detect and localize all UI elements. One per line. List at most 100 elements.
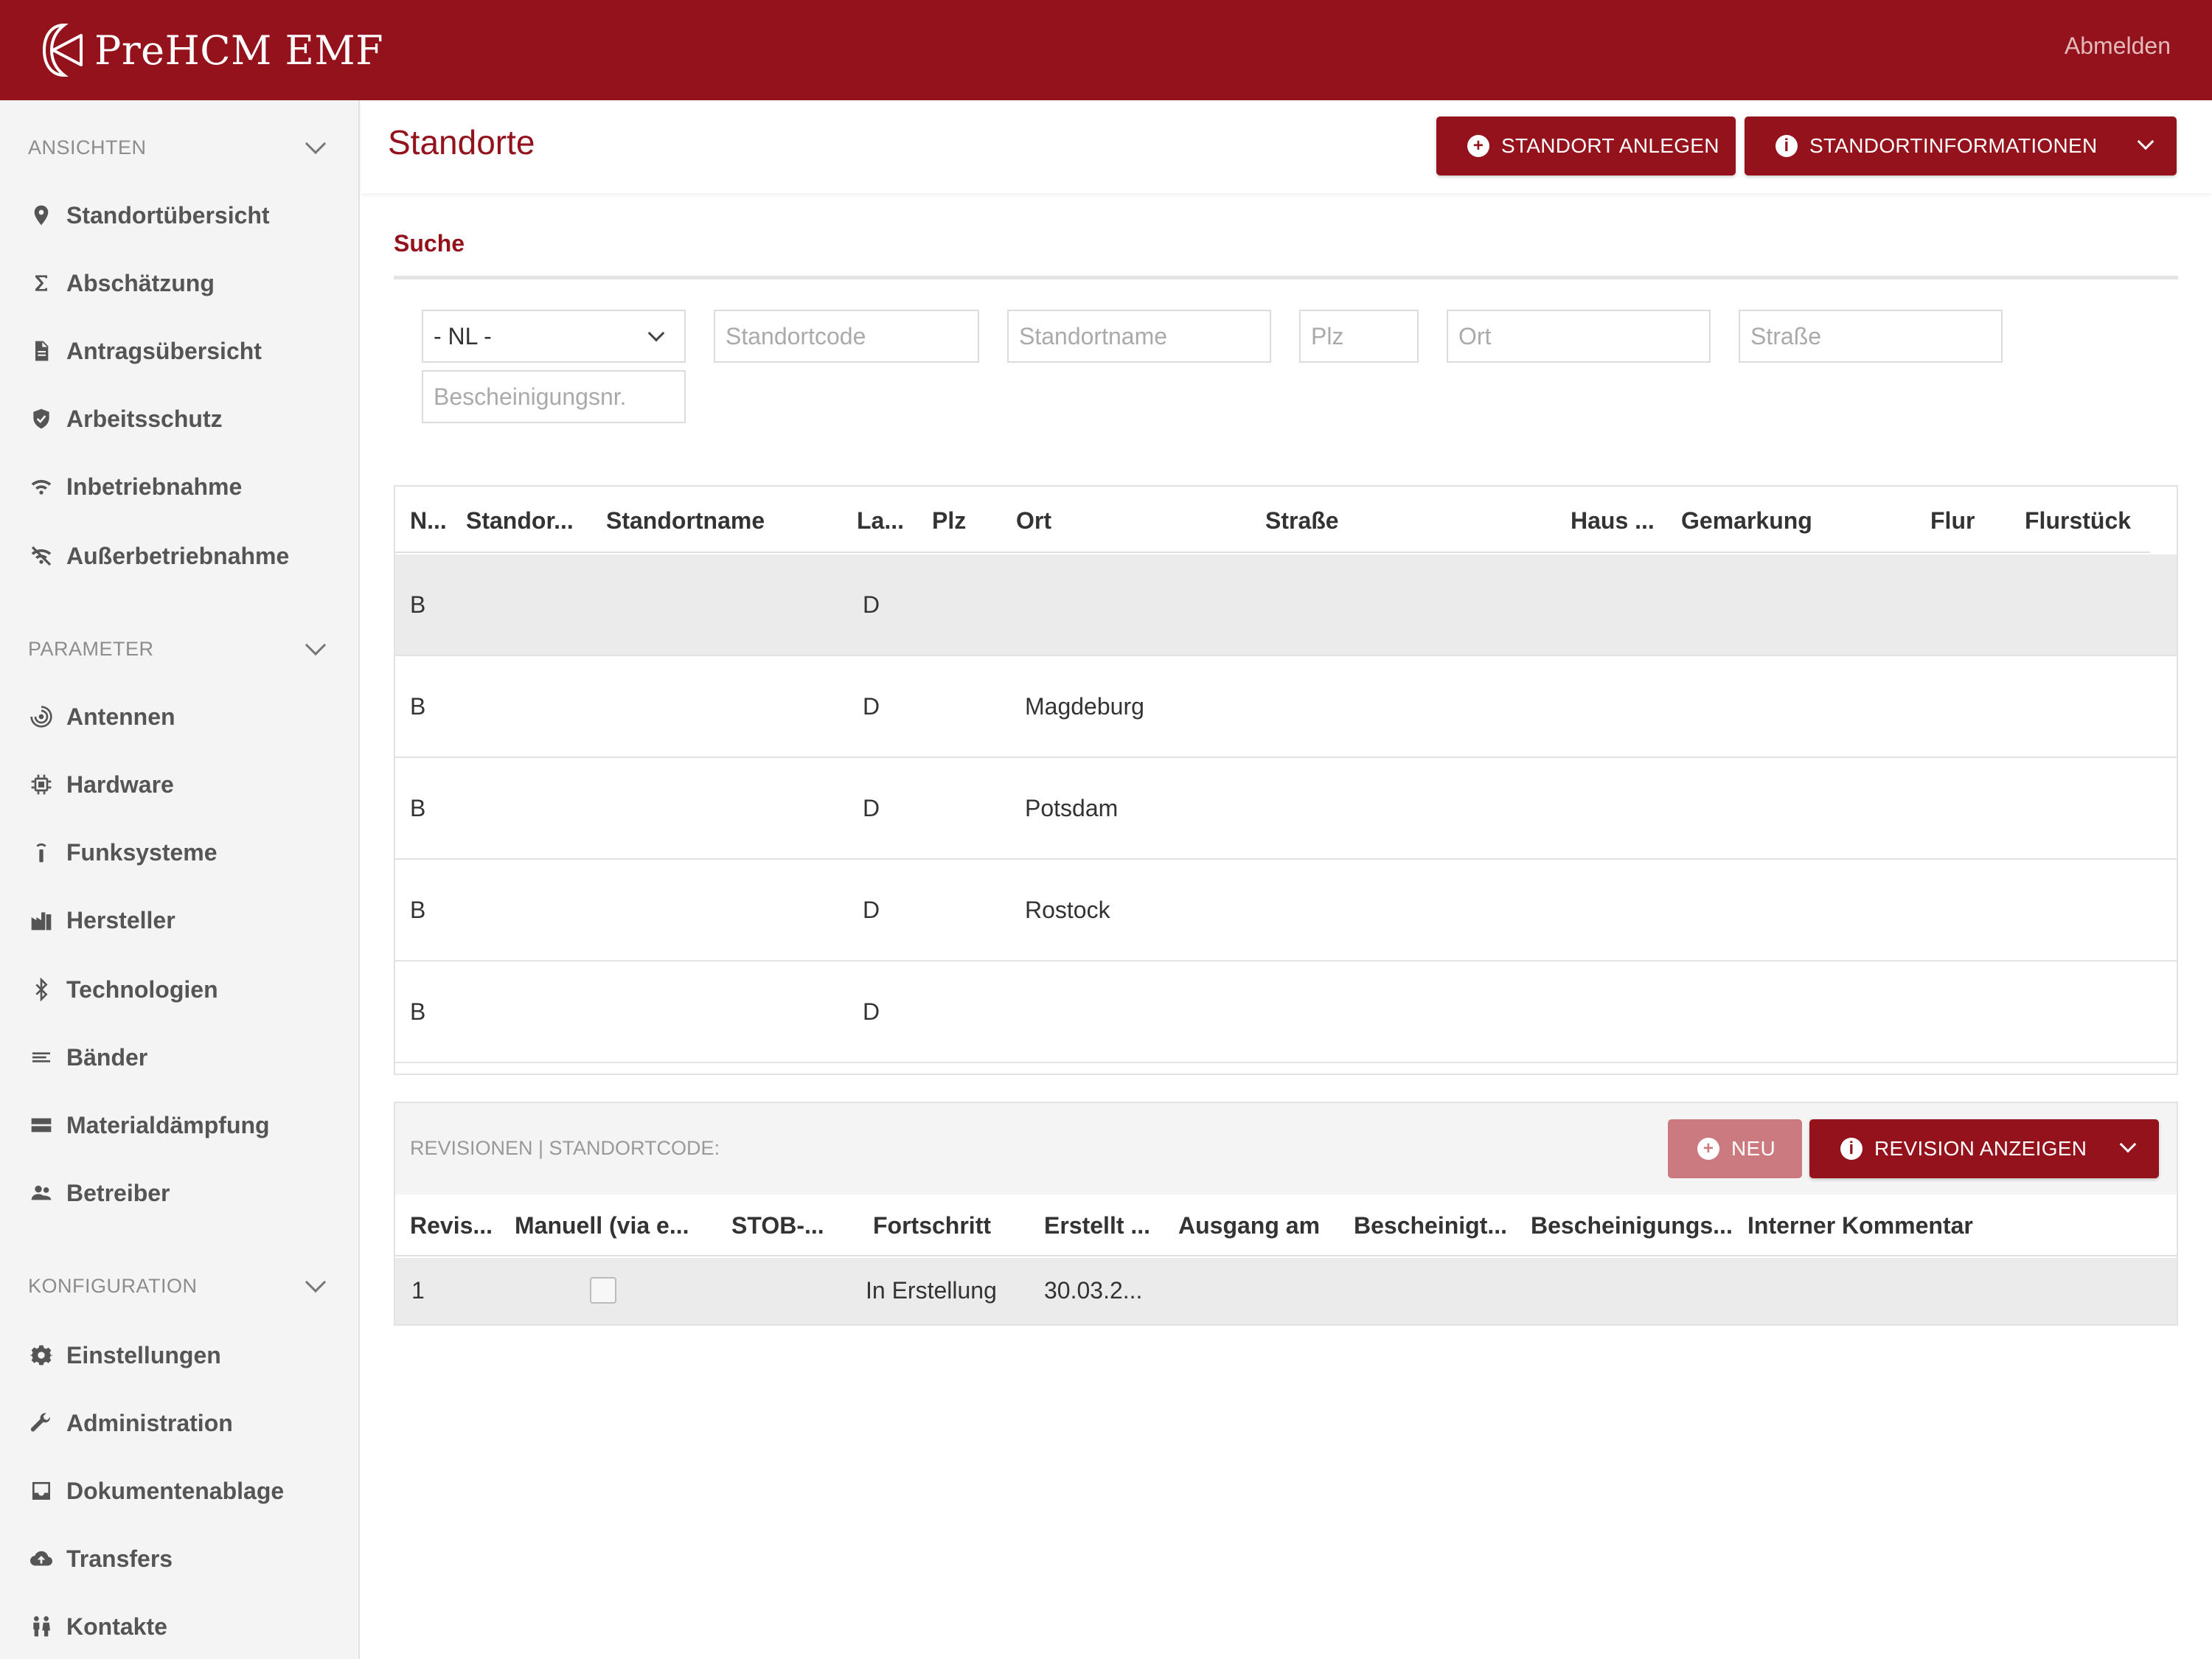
column-header[interactable]: Bescheinigt... bbox=[1354, 1212, 1507, 1239]
sidebar-item-antragsuebersicht[interactable]: Antragsübersicht bbox=[28, 329, 345, 373]
sidebar-section-konfiguration[interactable]: KONFIGURATION bbox=[28, 1264, 330, 1308]
search-section-label: Suche bbox=[394, 230, 465, 257]
sidebar-item-hardware[interactable]: Hardware bbox=[28, 762, 345, 807]
shield-icon bbox=[28, 406, 55, 432]
nl-select[interactable]: - NL - bbox=[422, 310, 686, 363]
column-header[interactable]: Manuell (via e... bbox=[515, 1212, 689, 1239]
show-revision-button[interactable]: i REVISION ANZEIGEN bbox=[1809, 1119, 2159, 1178]
sidebar-item-funksysteme[interactable]: Funksysteme bbox=[28, 830, 345, 874]
sidebar-item-baender[interactable]: Bänder bbox=[28, 1035, 345, 1079]
location-name-input[interactable]: Standortname bbox=[1007, 310, 1271, 363]
chevron-down-icon bbox=[647, 324, 665, 342]
wrench-icon bbox=[28, 1410, 55, 1436]
page-title: Standorte bbox=[388, 123, 535, 161]
location-info-button[interactable]: i STANDORTINFORMATIONEN bbox=[1745, 116, 2177, 175]
column-header[interactable]: Flurstück bbox=[2025, 507, 2131, 535]
map-marker-icon bbox=[28, 202, 55, 229]
sidebar-item-inbetriebnahme[interactable]: Inbetriebnahme bbox=[28, 465, 345, 509]
revisions-title: REVISIONEN | STANDORTCODE: bbox=[410, 1137, 720, 1159]
logout-link[interactable]: Abmelden bbox=[2065, 32, 2171, 60]
top-bar: PreHCM EMF Abmelden bbox=[0, 0, 2212, 100]
wifi-icon bbox=[28, 473, 55, 500]
sidebar-item-arbeitsschutz[interactable]: Arbeitsschutz bbox=[28, 397, 345, 441]
sidebar-item-transfers[interactable]: Transfers bbox=[28, 1537, 345, 1581]
sidebar-item-administration[interactable]: Administration bbox=[28, 1401, 345, 1445]
create-location-button[interactable]: + STANDORT ANLEGEN bbox=[1436, 116, 1736, 175]
sidebar-item-ausserbetriebnahme[interactable]: Außerbetriebnahme bbox=[28, 534, 345, 578]
column-header[interactable]: Ausgang am bbox=[1178, 1212, 1320, 1239]
chevron-down-icon bbox=[305, 133, 327, 155]
column-header[interactable]: Standortname bbox=[606, 507, 765, 535]
location-code-input[interactable]: Standortcode bbox=[714, 310, 979, 363]
sidebar-item-antennen[interactable]: Antennen bbox=[28, 695, 345, 739]
column-header[interactable]: La... bbox=[857, 507, 904, 535]
table-row[interactable]: B D Magdeburg bbox=[395, 656, 2177, 758]
contacts-icon bbox=[28, 1613, 55, 1640]
users-icon bbox=[28, 1180, 55, 1206]
sidebar-item-dokumentenablage[interactable]: Dokumentenablage bbox=[28, 1469, 345, 1513]
table-row[interactable]: B D bbox=[395, 554, 2177, 656]
column-header[interactable]: Bescheinigungs... bbox=[1531, 1212, 1733, 1239]
factory-icon bbox=[28, 907, 55, 933]
sidebar: ANSICHTEN Standortübersicht Abschätzung … bbox=[0, 100, 360, 1659]
gear-icon bbox=[28, 1342, 55, 1368]
revisions-table-header: Revis... Manuell (via e... STOB-... Fort… bbox=[395, 1194, 2177, 1256]
chevron-down-icon bbox=[305, 634, 327, 656]
column-header[interactable]: Flur bbox=[1930, 507, 1975, 535]
column-header[interactable]: Straße bbox=[1265, 507, 1339, 535]
wifi-off-icon bbox=[28, 543, 55, 569]
sidebar-item-betreiber[interactable]: Betreiber bbox=[28, 1171, 345, 1215]
brand-name: PreHCM EMF bbox=[94, 27, 384, 74]
street-input[interactable]: Straße bbox=[1739, 310, 2003, 363]
sidebar-item-technologien[interactable]: Technologien bbox=[28, 967, 345, 1012]
inbox-icon bbox=[28, 1478, 55, 1504]
sidebar-item-hersteller[interactable]: Hersteller bbox=[28, 898, 345, 942]
cloud-upload-icon bbox=[28, 1545, 55, 1572]
table-row[interactable]: B D bbox=[395, 961, 2177, 1063]
search-divider bbox=[394, 276, 2178, 279]
chip-icon bbox=[28, 771, 55, 798]
plus-circle-icon: + bbox=[1697, 1138, 1719, 1160]
antenna-icon bbox=[28, 703, 55, 730]
document-icon bbox=[28, 338, 55, 364]
lines-icon bbox=[28, 1044, 55, 1071]
sidebar-section-parameter[interactable]: PARAMETER bbox=[28, 627, 330, 671]
sidebar-item-abschaetzung[interactable]: Abschätzung bbox=[28, 261, 345, 305]
sidebar-item-standortuebersicht[interactable]: Standortübersicht bbox=[28, 193, 345, 237]
column-header[interactable]: Plz bbox=[932, 507, 966, 535]
table-header: N... Standor... Standortname La... Plz O… bbox=[395, 487, 2150, 553]
chevron-down-icon[interactable] bbox=[2119, 1135, 2137, 1153]
info-icon: i bbox=[1775, 135, 1798, 157]
column-header[interactable]: Interner Kommentar bbox=[1747, 1212, 1973, 1239]
sidebar-item-kontakte[interactable]: Kontakte bbox=[28, 1604, 345, 1649]
column-header[interactable]: Erstellt ... bbox=[1044, 1212, 1150, 1239]
manual-checkbox[interactable] bbox=[590, 1277, 616, 1304]
column-header[interactable]: Haus ... bbox=[1571, 507, 1655, 535]
plz-input[interactable]: Plz bbox=[1299, 310, 1419, 363]
column-header[interactable]: Gemarkung bbox=[1681, 507, 1812, 535]
chevron-down-icon bbox=[305, 1271, 327, 1293]
table-row[interactable]: 1 In Erstellung 30.03.2... bbox=[395, 1258, 2177, 1324]
column-header[interactable]: Revis... bbox=[410, 1212, 493, 1239]
sidebar-item-einstellungen[interactable]: Einstellungen bbox=[28, 1333, 345, 1377]
column-header[interactable]: Standor... bbox=[466, 507, 574, 535]
column-header[interactable]: N... bbox=[410, 507, 447, 535]
certificate-number-input[interactable]: Bescheinigungsnr. bbox=[422, 370, 686, 423]
bluetooth-icon bbox=[28, 976, 55, 1003]
table-row[interactable]: B D Potsdam bbox=[395, 758, 2177, 860]
plus-circle-icon: + bbox=[1467, 135, 1489, 157]
sigma-icon bbox=[28, 270, 55, 296]
info-icon: i bbox=[1840, 1138, 1863, 1160]
layers-icon bbox=[28, 1112, 55, 1138]
ort-input[interactable]: Ort bbox=[1447, 310, 1711, 363]
sidebar-item-materialdaempfung[interactable]: Materialdämpfung bbox=[28, 1103, 345, 1147]
sidebar-section-ansichten[interactable]: ANSICHTEN bbox=[28, 125, 330, 170]
column-header[interactable]: Ort bbox=[1016, 507, 1051, 535]
table-row[interactable]: B D Rostock bbox=[395, 860, 2177, 961]
app-logo[interactable]: PreHCM EMF bbox=[38, 19, 383, 81]
column-header[interactable]: STOB-... bbox=[731, 1212, 824, 1239]
chevron-down-icon[interactable] bbox=[2137, 133, 2154, 150]
new-revision-button[interactable]: + NEU bbox=[1668, 1119, 1802, 1178]
locations-table: N... Standor... Standortname La... Plz O… bbox=[394, 485, 2178, 1075]
column-header[interactable]: Fortschritt bbox=[873, 1212, 991, 1239]
